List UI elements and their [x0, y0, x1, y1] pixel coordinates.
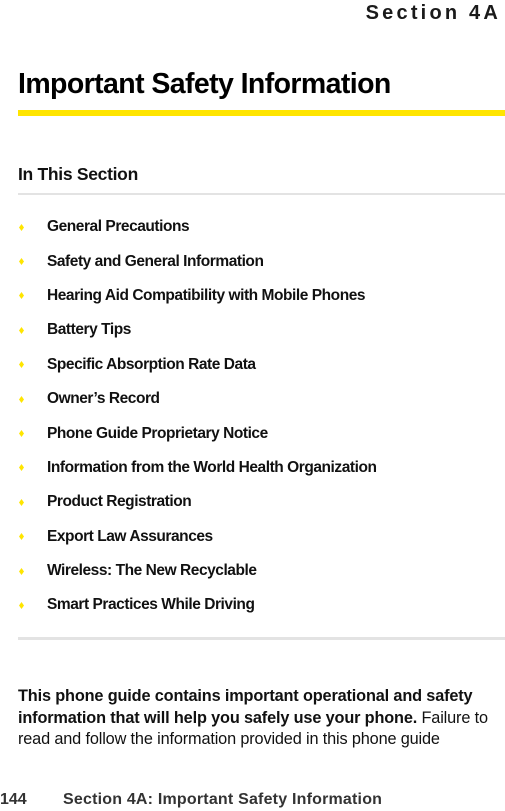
intro-paragraph: This phone guide contains important oper… — [18, 686, 505, 751]
diamond-bullet-icon — [19, 223, 24, 231]
diamond-bullet-icon — [19, 533, 24, 541]
diamond-bullet-icon — [19, 395, 24, 403]
diamond-bullet-icon — [19, 258, 24, 266]
diamond-bullet-icon — [19, 567, 24, 575]
toc-link-owners-record[interactable]: Owner’s Record — [47, 390, 160, 408]
toc-link-smart-driving[interactable]: Smart Practices While Driving — [47, 596, 255, 614]
page-number: 144 — [0, 791, 27, 808]
diamond-bullet-icon — [19, 292, 24, 300]
section-list-top-divider — [18, 193, 505, 195]
page-title: Important Safety Information — [18, 68, 391, 100]
diamond-bullet-icon — [19, 498, 24, 506]
in-this-section-heading: In This Section — [18, 164, 138, 184]
toc-link-safety-general-information[interactable]: Safety and General Information — [47, 253, 264, 271]
toc-link-who-information[interactable]: Information from the World Health Organi… — [47, 459, 377, 477]
toc-link-sar-data[interactable]: Specific Absorption Rate Data — [47, 356, 256, 374]
section-list-bottom-divider — [18, 637, 505, 640]
toc-link-export-law[interactable]: Export Law Assurances — [47, 528, 213, 546]
toc-link-general-precautions[interactable]: General Precautions — [47, 218, 190, 236]
title-underline-rule — [18, 110, 505, 116]
intro-bold-text: This phone guide contains important oper… — [18, 687, 473, 727]
toc-link-battery-tips[interactable]: Battery Tips — [47, 321, 131, 339]
toc-link-product-registration[interactable]: Product Registration — [47, 493, 192, 511]
diamond-bullet-icon — [19, 430, 24, 438]
diamond-bullet-icon — [19, 601, 24, 609]
running-footer-title: Section 4A: Important Safety Information — [63, 791, 383, 808]
diamond-bullet-icon — [19, 464, 24, 472]
section-tag: Section 4A — [365, 2, 501, 24]
toc-link-wireless-recyclable[interactable]: Wireless: The New Recyclable — [47, 562, 257, 580]
toc-link-hearing-aid-compatibility[interactable]: Hearing Aid Compatibility with Mobile Ph… — [47, 287, 366, 305]
diamond-bullet-icon — [19, 361, 24, 369]
toc-link-proprietary-notice[interactable]: Phone Guide Proprietary Notice — [47, 425, 268, 443]
diamond-bullet-icon — [19, 326, 24, 334]
